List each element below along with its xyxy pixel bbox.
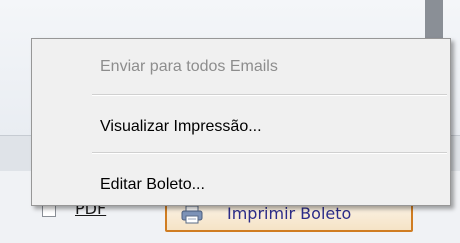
menu-item-send-all-emails[interactable]: Enviar para todos Emails: [34, 49, 448, 85]
menu-separator: [92, 152, 447, 154]
print-boleto-label: Imprimir Boleto: [227, 204, 352, 223]
context-menu: Enviar para todos Emails Visualizar Impr…: [31, 38, 451, 206]
menu-item-edit-boleto[interactable]: Editar Boleto...: [34, 167, 448, 203]
scrollbar-thumb[interactable]: [425, 0, 443, 40]
menu-separator: [92, 94, 447, 96]
menu-item-print-preview[interactable]: Visualizar Impressão...: [34, 109, 448, 145]
printer-icon: [181, 205, 203, 225]
